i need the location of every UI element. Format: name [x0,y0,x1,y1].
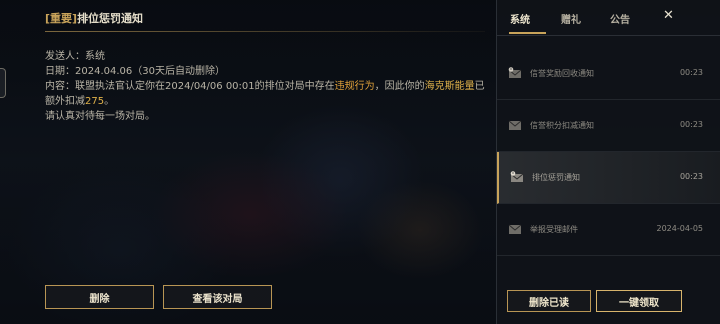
mail-title: [重要]排位惩罚通知 [45,10,143,26]
mail-item-time: 00:23 [679,68,703,77]
content-prefix: 内容：联盟执法官认定你在2024/04/06 00:01的排位对局中存在 [45,81,335,92]
tab-system[interactable]: 系统 [510,11,530,26]
mail-date: 日期：2024.04.06（30天后自动删除） [45,66,225,77]
mail-important-tag: [重要] [45,12,78,25]
mail-item-label: 举报受理邮件 [530,225,578,234]
mail-item-time: 00:23 [679,120,703,129]
energy-highlight: 海克斯能量 [424,81,475,92]
claim-all-button[interactable]: 一键领取 [596,290,682,312]
mail-sender: 发送人：系统 [45,51,105,62]
mail-tabs: 系统 赠礼 公告 ✕ [497,0,720,36]
content-mid: ，因此你的 [374,81,425,92]
tabs-divider [497,35,720,36]
active-tab-indicator [509,32,546,34]
mail-item-time: 2024-04-05 [656,224,704,233]
mail-content: 内容：联盟执法官认定你在2024/04/06 00:01的排位对局中存在违规行为… [45,79,485,124]
mail-list-item[interactable]: 信誉奖励回收通知 00:23 [497,48,720,100]
view-match-button[interactable]: 查看该对局 [163,285,272,309]
mail-alert-icon [510,171,524,182]
mail-item-label: 排位惩罚通知 [532,173,580,182]
mail-list-item[interactable]: 信誉积分扣减通知 00:23 [497,100,720,152]
mail-icon [508,224,522,234]
tab-notice[interactable]: 公告 [610,11,630,26]
close-icon[interactable]: ✕ [663,8,674,23]
delete-button[interactable]: 删除 [45,285,154,309]
mail-list-item[interactable]: 举报受理邮件 2024-04-05 [497,204,720,256]
deduct-amount: 275 [85,96,105,107]
content-line2: 请认真对待每一场对局。 [45,111,155,122]
delete-read-button[interactable]: 删除已读 [507,290,591,312]
mail-item-time: 00:23 [679,172,703,181]
tab-gift[interactable]: 赠礼 [561,11,581,26]
edge-handle[interactable] [0,68,6,98]
mail-title-text: 排位惩罚通知 [77,12,144,25]
content-suffix: 。 [104,96,115,107]
title-divider [45,31,485,32]
mail-item-label: 信誉奖励回收通知 [530,69,594,78]
mail-alert-icon [508,67,522,78]
violation-highlight: 违规行为 [334,81,375,92]
mail-list-panel: 系统 赠礼 公告 ✕ 信誉奖励回收通知 00:23 信誉积分扣减通知 00:23 [496,0,720,324]
mail-list-item-selected[interactable]: 排位惩罚通知 00:23 [497,152,720,204]
mail-icon [508,120,522,130]
mail-item-label: 信誉积分扣减通知 [530,121,594,130]
